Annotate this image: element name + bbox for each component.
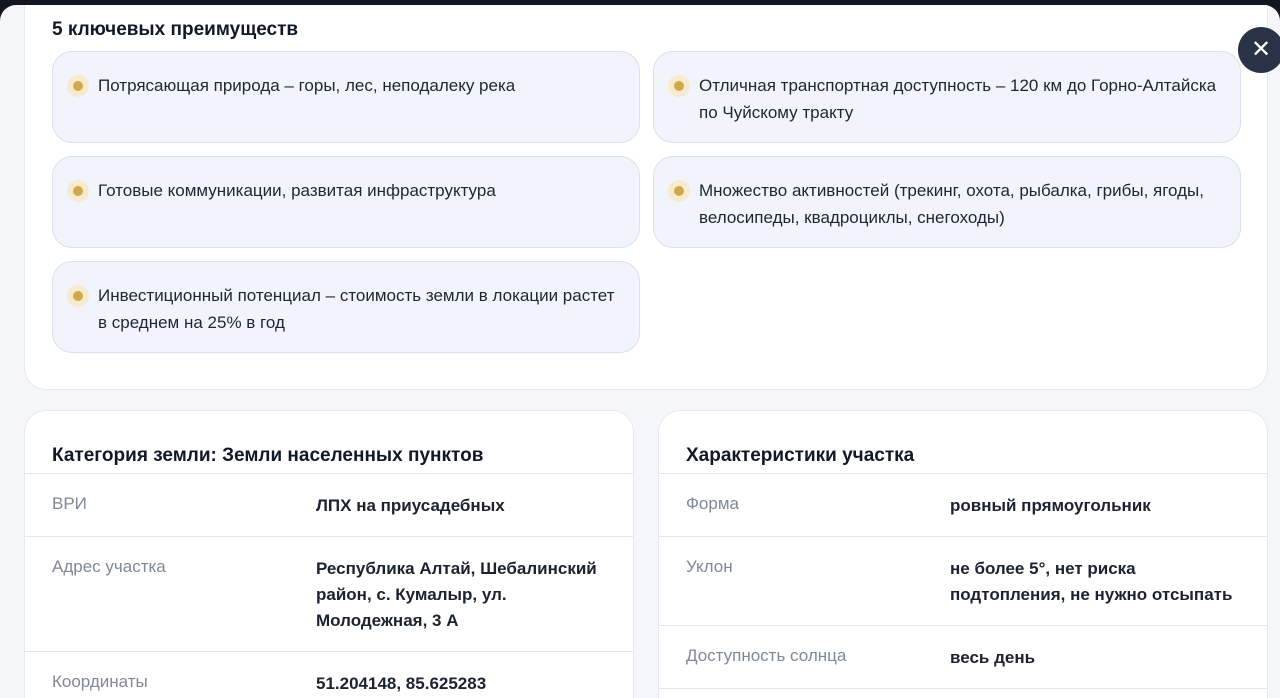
table-row: Адрес участка Республика Алтай, Шебалинс… — [25, 536, 633, 652]
land-category-title: Категория земли: Земли населенных пункто… — [52, 445, 484, 466]
bullet-dot-icon — [67, 285, 89, 307]
plot-characteristics-title: Характеристики участка — [686, 445, 915, 466]
row-value: ровный прямоугольник — [950, 496, 1151, 515]
row-value: Республика Алтай, Шебалинский район, с. … — [316, 559, 597, 630]
modal-sheet: 5 ключевых преимуществ Потрясающая приро… — [0, 5, 1280, 698]
close-button[interactable]: ✕ — [1238, 27, 1280, 73]
bullet-dot-icon — [668, 180, 690, 202]
plot-characteristics-card: Характеристики участка Форма ровный прям… — [658, 410, 1268, 698]
advantage-item: Отличная транспортная доступность – 120 … — [653, 51, 1241, 143]
table-row — [659, 688, 1267, 698]
row-label: Уклон — [686, 557, 733, 576]
row-label: Форма — [686, 494, 739, 513]
advantage-item: Потрясающая природа – горы, лес, неподал… — [52, 51, 640, 143]
advantage-item: Множество активностей (трекинг, охота, р… — [653, 156, 1241, 248]
bullet-dot-icon — [67, 180, 89, 202]
advantage-item: Инвестиционный потенциал – стоимость зем… — [52, 261, 640, 353]
advantage-text: Отличная транспортная доступность – 120 … — [699, 76, 1217, 122]
close-icon: ✕ — [1250, 36, 1272, 63]
advantage-text: Инвестиционный потенциал – стоимость зем… — [98, 286, 615, 332]
row-label: Доступность солнца — [686, 646, 847, 665]
row-value: ЛПХ на приусадебных — [316, 496, 505, 515]
row-value: не более 5°, нет риска подтопления, не н… — [950, 559, 1233, 604]
advantage-text: Готовые коммуникации, развитая инфрастру… — [98, 181, 496, 200]
table-row: Координаты 51.204148, 85.625283 — [25, 651, 633, 698]
advantage-text: Множество активностей (трекинг, охота, р… — [699, 181, 1204, 227]
row-label: ВРИ — [52, 494, 87, 513]
table-row: Форма ровный прямоугольник — [659, 473, 1267, 536]
advantage-text: Потрясающая природа – горы, лес, неподал… — [98, 76, 516, 95]
table-row: Уклон не более 5°, нет риска подтопления… — [659, 536, 1267, 626]
row-label: Координаты — [52, 672, 148, 691]
advantages-title: 5 ключевых преимуществ — [52, 19, 299, 40]
bullet-dot-icon — [67, 75, 89, 97]
table-row: Доступность солнца весь день — [659, 625, 1267, 689]
table-row: ВРИ ЛПХ на приусадебных — [25, 473, 633, 536]
row-value: весь день — [950, 648, 1036, 667]
bullet-dot-icon — [668, 75, 690, 97]
row-value: 51.204148, 85.625283 — [316, 674, 487, 693]
advantages-card: 5 ключевых преимуществ Потрясающая приро… — [24, 5, 1268, 390]
row-label: Адрес участка — [52, 557, 166, 576]
land-category-card: Категория земли: Земли населенных пункто… — [24, 410, 634, 698]
advantage-item: Готовые коммуникации, развитая инфрастру… — [52, 156, 640, 248]
